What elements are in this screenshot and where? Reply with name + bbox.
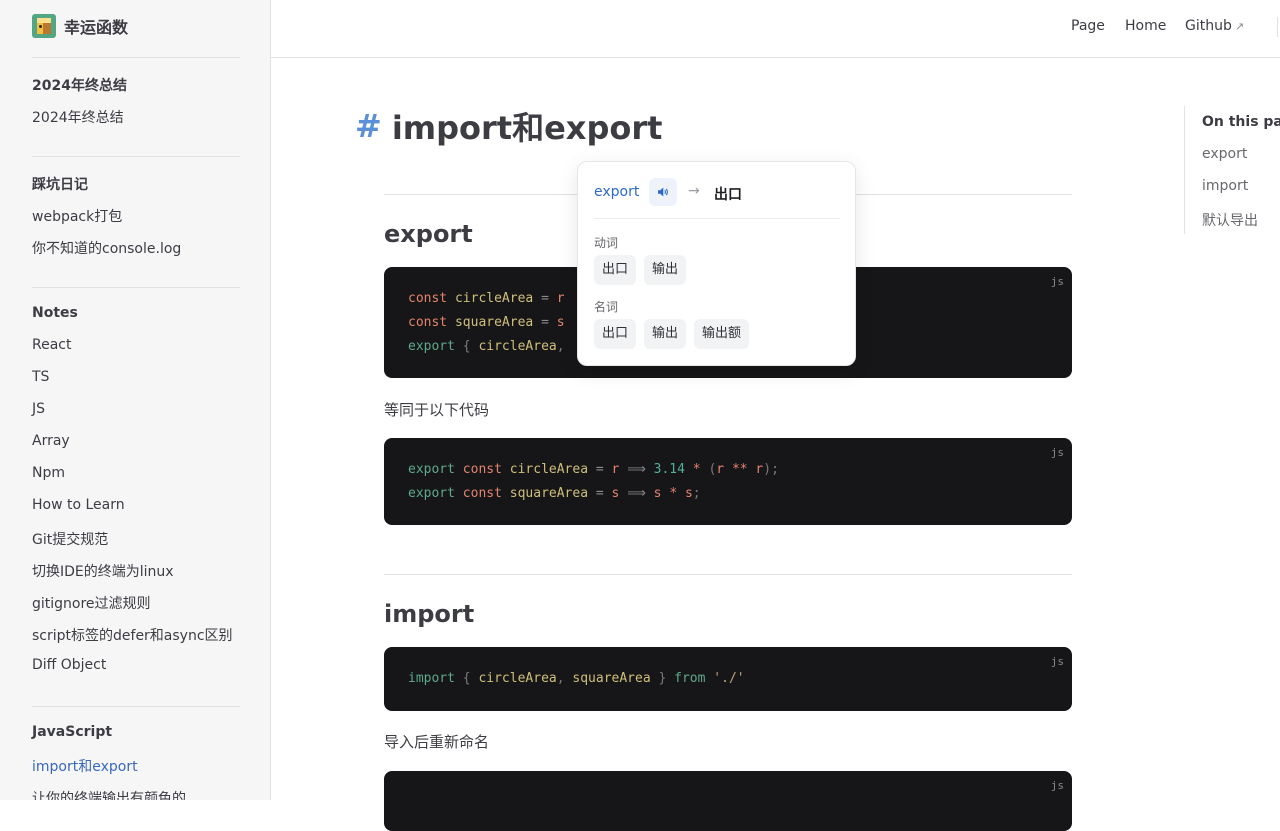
sidebar-item[interactable]: 切换IDE的终端为linux xyxy=(32,561,174,581)
sidebar-divider xyxy=(32,57,240,58)
outline-item[interactable]: 默认导出 xyxy=(1202,210,1258,230)
sidebar: 幸运函数 2024年终总结 2024年终总结 踩坑日记 webpack打包 你不… xyxy=(0,0,271,800)
anchor-hash-link[interactable]: # xyxy=(355,107,382,145)
translated-word: 出口 xyxy=(714,187,742,203)
code-block: js export const circleArea = r ⟹ 3.14 * … xyxy=(384,438,1072,525)
top-nav: Page Home Github ↗ xyxy=(271,0,1280,58)
sidebar-item[interactable]: Array xyxy=(32,433,70,449)
sidebar-item[interactable]: 2024年终总结 xyxy=(32,107,124,127)
page-title: import和export xyxy=(391,109,663,147)
sidebar-item-active[interactable]: import和export xyxy=(32,756,138,776)
page-title-wrap: # import和export xyxy=(355,104,662,148)
part-of-speech-label: 动词 xyxy=(594,236,619,250)
meaning-chip[interactable]: 出口 xyxy=(594,319,637,349)
section-heading-import: import xyxy=(384,600,475,628)
outline-item[interactable]: export xyxy=(1202,146,1247,162)
sidebar-group-title: JavaScript xyxy=(32,724,113,740)
sidebar-item[interactable]: JS xyxy=(32,401,45,417)
outline-title: On this page xyxy=(1202,114,1280,130)
meaning-chip[interactable]: 输出 xyxy=(644,255,687,285)
sidebar-item[interactable]: script标签的defer和async区别 xyxy=(32,625,233,645)
arrow-right-icon: → xyxy=(688,183,700,199)
external-link-icon: ↗ xyxy=(1234,20,1245,33)
paragraph: 导入后重新命名 xyxy=(384,733,490,751)
section-heading-export: export xyxy=(384,220,473,248)
sidebar-item[interactable]: 让你的终端输出有颜色的 xyxy=(32,788,186,800)
paragraph: 等同于以下代码 xyxy=(384,401,490,419)
sidebar-group-title: Notes xyxy=(32,305,78,321)
nav-link-github-label: Github xyxy=(1185,18,1232,34)
page-outline: On this page export import 默认导出 xyxy=(1184,106,1280,234)
speaker-icon[interactable] xyxy=(649,178,677,206)
outline-item[interactable]: import xyxy=(1202,178,1248,194)
nav-link-home[interactable]: Home xyxy=(1125,18,1166,34)
brand[interactable]: 幸运函数 xyxy=(32,13,128,39)
nav-link-page[interactable]: Page xyxy=(1071,18,1105,34)
sidebar-item[interactable]: webpack打包 xyxy=(32,206,122,226)
sidebar-item[interactable]: 你不知道的console.log xyxy=(32,238,181,258)
code-block: js xyxy=(384,771,1072,831)
nav-divider xyxy=(1277,17,1278,37)
code-lang-label: js xyxy=(1050,446,1064,459)
code-text: const circleArea = r const squareArea = … xyxy=(408,291,565,354)
meaning-chip[interactable]: 出口 xyxy=(594,255,637,285)
section-divider xyxy=(384,574,1072,575)
code-text: import { circleArea, squareArea } from '… xyxy=(408,671,745,686)
site-title[interactable]: 幸运函数 xyxy=(64,14,128,38)
sidebar-item[interactable]: Git提交规范 xyxy=(32,529,108,549)
popup-divider xyxy=(594,218,840,219)
source-word: export xyxy=(594,184,640,200)
code-lang-label: js xyxy=(1050,275,1064,288)
code-lang-label: js xyxy=(1050,779,1064,792)
code-lang-label: js xyxy=(1050,655,1064,668)
code-text: export const circleArea = r ⟹ 3.14 * (r … xyxy=(408,462,779,501)
sidebar-item[interactable]: React xyxy=(32,337,71,353)
logo-icon xyxy=(32,14,56,38)
sidebar-item[interactable]: How to Learn xyxy=(32,497,125,513)
sidebar-divider xyxy=(32,156,240,157)
sidebar-group-title: 2024年终总结 xyxy=(32,78,127,94)
sidebar-divider xyxy=(32,287,240,288)
code-block: js import { circleArea, squareArea } fro… xyxy=(384,647,1072,711)
translation-popup: export → 出口 动词 出口 输出 名词 出口 输出 输出额 xyxy=(577,161,856,366)
meaning-chip[interactable]: 输出额 xyxy=(694,319,750,349)
sidebar-divider xyxy=(32,706,240,707)
sidebar-item[interactable]: TS xyxy=(32,369,49,385)
meaning-chip[interactable]: 输出 xyxy=(644,319,687,349)
sidebar-group-title: 踩坑日记 xyxy=(32,177,88,193)
nav-link-github[interactable]: Github ↗ xyxy=(1185,18,1244,34)
sidebar-item[interactable]: Npm xyxy=(32,465,65,481)
part-of-speech-label: 名词 xyxy=(594,300,619,314)
sidebar-item[interactable]: gitignore过滤规则 xyxy=(32,593,151,613)
sidebar-item[interactable]: Diff Object xyxy=(32,657,106,673)
